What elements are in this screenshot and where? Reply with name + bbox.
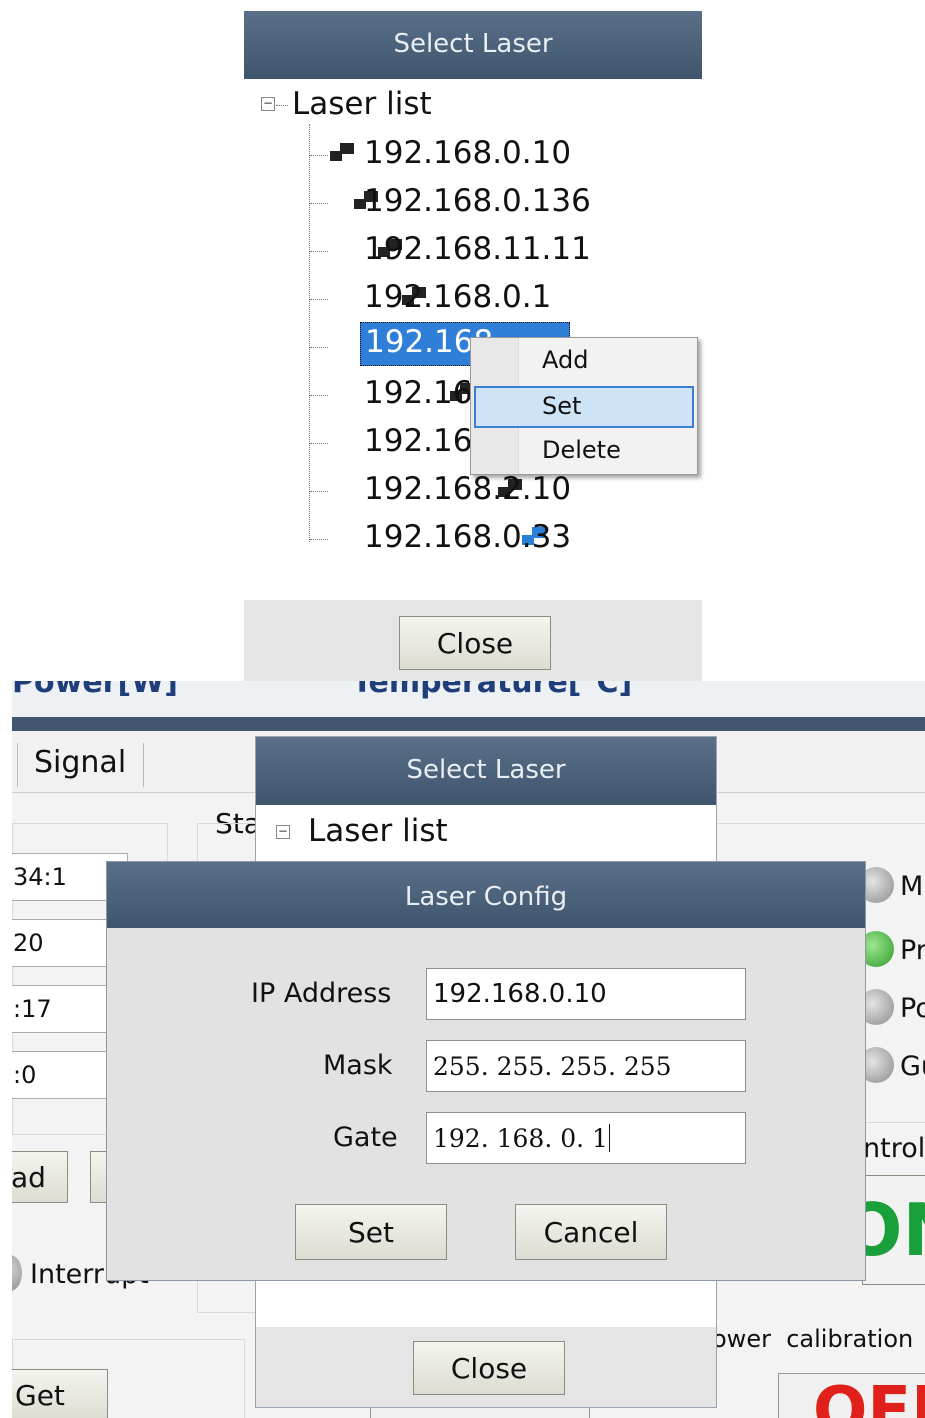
context-menu-set[interactable]: Set [542,392,581,420]
power-calibration-label: ower calibration [712,1325,914,1353]
tree-connector [310,155,328,156]
led-gu-label: Gu [900,1051,925,1082]
tree-connector [309,124,310,542]
dialog-title: Select Laser [393,29,553,59]
off-label: OFF [813,1374,925,1418]
get-button[interactable]: Get [12,1369,108,1418]
gate-label: Gate [333,1122,398,1153]
header-bar [12,717,925,731]
tree-connector [310,347,328,348]
context-menu-set-highlight[interactable] [474,386,694,428]
context-menu-add[interactable]: Add [542,346,588,374]
led-m-label: M [900,871,924,902]
tree-connector [310,299,328,300]
tree-connector [310,443,328,444]
laser-config-title: Laser Config [404,882,568,912]
context-menu-delete[interactable]: Delete [542,436,621,464]
interrupt-led [12,1255,22,1291]
tree-connector [276,105,288,106]
tree-connector [310,251,328,252]
load-button-partial[interactable]: ad [12,1151,68,1203]
led-po-label: Po [900,993,925,1024]
led-pr-label: Pr [900,935,925,966]
tree-item-label[interactable]: 192.168.0.1 [364,279,551,315]
ip-address-label: IP Address [251,978,392,1009]
ip-address-input[interactable]: 192.168.0.10 [426,968,746,1020]
tree-connector [310,395,328,396]
off-button-partial[interactable]: OFF [778,1373,925,1418]
tree-root-label-2[interactable]: Laser list [308,813,448,849]
set-button[interactable]: Set [295,1204,447,1260]
close-button-2[interactable]: Close [413,1341,565,1395]
control-label-partial: ntrol [863,1133,925,1164]
dialog-title-2: Select Laser [406,755,566,785]
laser-config-dialog: Laser Config IP Address 192.168.0.10 Mas… [106,861,866,1281]
tree-item-label[interactable]: 192.168.0.136 [364,183,591,219]
mask-input[interactable]: 255. 255. 255. 255 [426,1040,746,1092]
tree-item-label[interactable]: 192.168.0.10 [364,135,571,171]
cancel-button[interactable]: Cancel [515,1204,667,1260]
tree-collapse-icon[interactable]: − [261,97,275,111]
mask-label: Mask [323,1050,393,1081]
close-button[interactable]: Close [399,616,551,670]
tree-connector [310,491,328,492]
tree-connector [310,203,328,204]
tab-divider [143,743,144,787]
tab-divider [17,743,18,787]
tree-connector [310,539,328,540]
tree-collapse-icon-2[interactable]: − [276,825,290,839]
laser-network-icon [330,143,354,161]
tree-item-label[interactable]: 192.168.2.10 [364,471,571,507]
context-menu: Add Set Delete [470,337,698,475]
text-cursor [608,1124,610,1152]
gate-input-value: 192. 168. 0. 1 [433,1123,608,1153]
dialog-title-bar: Select Laser [244,11,702,79]
on-button-partial[interactable]: ON [841,1175,925,1285]
temperature-header-partial: Temperature[°C] [352,681,633,700]
tree-item-label[interactable]: 192.168.11.11 [364,231,591,267]
tree-item-label[interactable]: 192.168.0.33 [364,519,571,555]
dialog-title-bar-2: Select Laser [256,737,716,805]
gate-input[interactable]: 192. 168. 0. 1 [426,1112,746,1164]
laser-config-title-bar: Laser Config [107,862,865,928]
tree-root-label[interactable]: Laser list [292,86,432,122]
power-header-partial: Power[W] [12,681,178,700]
tab-signal[interactable]: Signal [34,745,126,780]
